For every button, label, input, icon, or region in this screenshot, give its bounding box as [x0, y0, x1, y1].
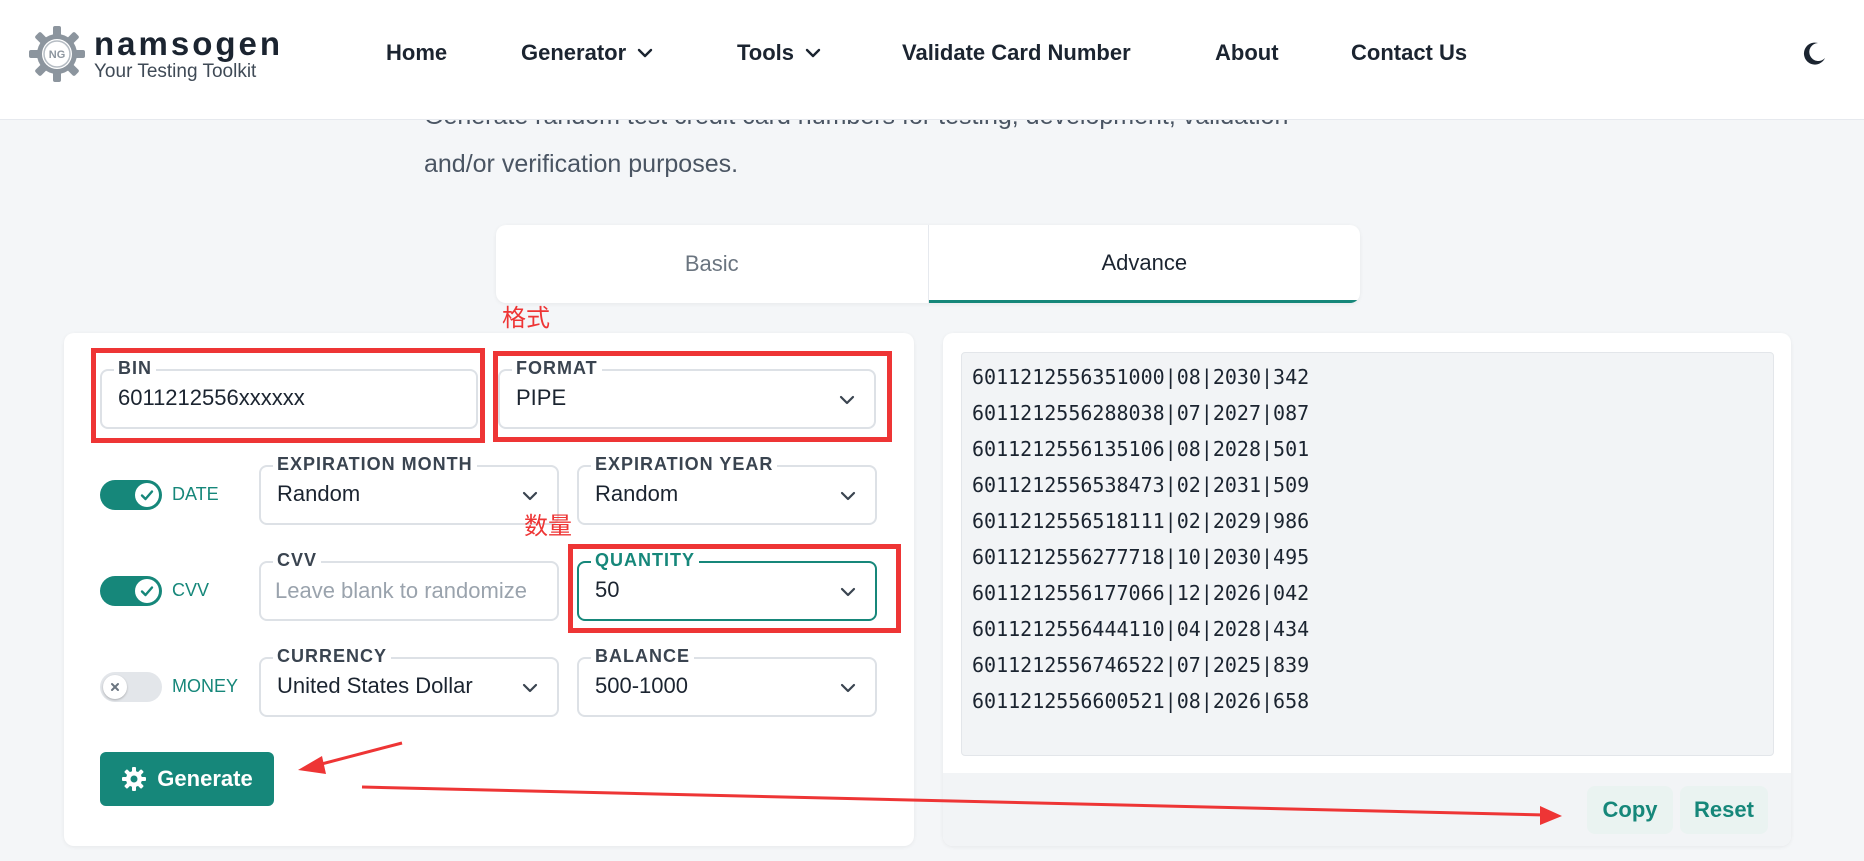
- balance-value: 500-1000: [595, 673, 688, 698]
- expiration-year-value: Random: [595, 481, 679, 506]
- logo-badge: NG: [49, 49, 66, 61]
- reset-button[interactable]: Reset: [1680, 786, 1768, 834]
- output-line: 6011212556518111|02|2029|986: [972, 509, 1310, 533]
- currency-label: CURRENCY: [273, 645, 392, 667]
- currency-select[interactable]: CURRENCY United States Dollar: [259, 645, 559, 717]
- nav-contact[interactable]: Contact Us: [1351, 40, 1467, 66]
- output-textarea[interactable]: 6011212556351000|08|2030|342 60112125562…: [961, 352, 1774, 756]
- generate-button-label: Generate: [157, 766, 253, 791]
- intro-text-line2: and/or verification purposes.: [424, 150, 739, 178]
- balance-label: BALANCE: [591, 645, 694, 667]
- nav-tools[interactable]: Tools: [737, 40, 822, 66]
- nav-validate-card[interactable]: Validate Card Number: [902, 40, 1131, 66]
- logo[interactable]: NG namsogen Your Testing Toolkit: [28, 25, 283, 83]
- output-line: 6011212556351000|08|2030|342: [972, 365, 1310, 389]
- mode-tabs: Basic Advance: [496, 225, 1360, 303]
- nav-home-label: Home: [386, 40, 448, 65]
- output-line: 6011212556746522|07|2025|839: [972, 653, 1310, 677]
- gear-icon: [122, 767, 147, 791]
- cvv-toggle-label: CVV: [172, 580, 210, 600]
- annotation-quantity-note: 数量: [524, 513, 572, 540]
- logo-name: namsogen: [94, 25, 284, 62]
- output-line: 6011212556288038|07|2027|087: [972, 401, 1310, 425]
- expiration-month-label: EXPIRATION MONTH: [273, 453, 477, 475]
- money-toggle-label: MONEY: [172, 676, 239, 696]
- output-line: 6011212556600521|08|2026|658: [972, 689, 1310, 713]
- expiration-month-select[interactable]: EXPIRATION MONTH Random: [259, 453, 559, 525]
- close-icon: [103, 675, 127, 699]
- annotation-bin-box: [91, 348, 485, 443]
- chevron-down-icon: [522, 491, 538, 501]
- output-line: 6011212556135106|08|2028|501: [972, 437, 1310, 461]
- check-icon: [135, 579, 159, 603]
- nav-contact-label: Contact Us: [1351, 40, 1468, 65]
- money-toggle[interactable]: [100, 672, 162, 702]
- nav-validate-label: Validate Card Number: [902, 40, 1131, 65]
- currency-value: United States Dollar: [277, 673, 473, 698]
- expiration-month-value: Random: [277, 481, 361, 506]
- date-toggle[interactable]: [100, 480, 162, 510]
- nav-generator-label: Generator: [521, 40, 627, 65]
- logo-tagline: Your Testing Toolkit: [94, 61, 257, 82]
- tab-basic[interactable]: Basic: [496, 225, 929, 303]
- nav-generator[interactable]: Generator: [521, 40, 654, 66]
- nav-about-label: About: [1215, 40, 1279, 65]
- gear-logo-icon: NG: [29, 26, 85, 82]
- chevron-down-icon: [637, 48, 653, 58]
- expiration-year-select[interactable]: EXPIRATION YEAR Random: [577, 453, 877, 525]
- tab-advance[interactable]: Advance: [928, 225, 1360, 303]
- site-header: NG namsogen Your Testing Toolkit Home Ge…: [0, 0, 1864, 120]
- nav-tools-label: Tools: [737, 40, 795, 65]
- output-line: 6011212556177066|12|2026|042: [972, 581, 1310, 605]
- chevron-down-icon: [840, 683, 856, 693]
- nav-about[interactable]: About: [1215, 40, 1279, 66]
- generate-button[interactable]: Generate: [100, 752, 274, 806]
- output-line: 6011212556277718|10|2030|495: [972, 545, 1310, 569]
- cvv-input[interactable]: [275, 575, 543, 607]
- annotation-quantity-box: [568, 544, 901, 633]
- chevron-down-icon: [522, 683, 538, 693]
- chevron-down-icon: [805, 48, 821, 58]
- cvv-toggle[interactable]: [100, 576, 162, 606]
- expiration-year-label: EXPIRATION YEAR: [591, 453, 778, 475]
- chevron-down-icon: [840, 491, 856, 501]
- date-toggle-label: DATE: [172, 484, 219, 504]
- annotation-format-box: [493, 351, 892, 442]
- moon-icon[interactable]: [1800, 40, 1828, 68]
- output-line: 6011212556538473|02|2031|509: [972, 473, 1310, 497]
- copy-button[interactable]: Copy: [1587, 786, 1673, 834]
- check-icon: [135, 483, 159, 507]
- nav-home[interactable]: Home: [386, 40, 447, 66]
- annotation-format-note: 格式: [502, 305, 550, 332]
- output-line: 6011212556444110|04|2028|434: [972, 617, 1310, 641]
- balance-select[interactable]: BALANCE 500-1000: [577, 645, 877, 717]
- cvv-label: CVV: [273, 549, 322, 571]
- cvv-field[interactable]: CVV: [259, 549, 559, 621]
